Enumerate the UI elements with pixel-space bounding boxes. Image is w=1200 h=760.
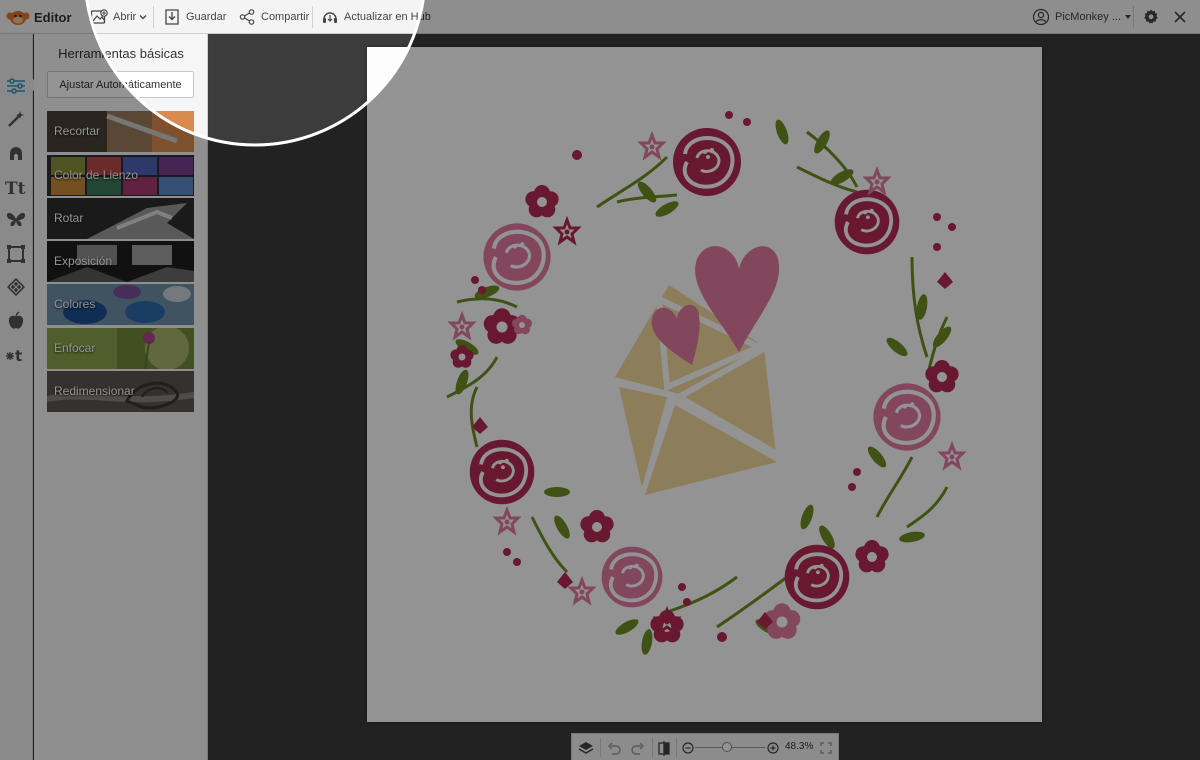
update-hub-label: Actualizar en Hub bbox=[344, 11, 431, 23]
magic-wand-icon bbox=[8, 111, 24, 127]
editor-workspace bbox=[209, 34, 1200, 760]
colors-tool[interactable]: Colores bbox=[47, 284, 194, 325]
open-button-label: Abrir bbox=[113, 11, 137, 23]
toolbar-divider bbox=[652, 738, 653, 757]
frames-icon bbox=[7, 245, 25, 263]
save-button-label: Guardar bbox=[186, 11, 227, 23]
app-name: Editor bbox=[34, 9, 72, 25]
exposure-tool[interactable]: Exposición bbox=[47, 241, 194, 282]
redo-icon bbox=[631, 742, 644, 755]
user-avatar-icon bbox=[1032, 8, 1050, 26]
textures-icon bbox=[7, 278, 25, 296]
fullscreen-icon bbox=[820, 741, 832, 754]
tool-label: Color de Lienzo bbox=[54, 168, 139, 182]
toolbar-divider bbox=[1133, 6, 1134, 28]
touch-up-tab[interactable] bbox=[4, 141, 28, 165]
zoom-out-icon bbox=[682, 741, 694, 754]
toolbar-divider bbox=[312, 6, 313, 28]
compare-icon bbox=[658, 740, 670, 756]
overlays-butterfly-icon bbox=[6, 212, 26, 227]
undo-icon bbox=[608, 742, 621, 755]
share-button[interactable]: Compartir bbox=[238, 0, 309, 34]
svg-text:Tt: Tt bbox=[5, 179, 26, 197]
basic-edits-tab[interactable] bbox=[4, 74, 28, 98]
close-button[interactable] bbox=[1172, 0, 1188, 34]
monkey-logo-icon bbox=[6, 11, 30, 25]
basic-tools-panel: Herramientas básicas Ajustar Automáticam… bbox=[34, 34, 208, 760]
text-icon: Tt bbox=[5, 179, 26, 197]
save-button[interactable]: Guardar bbox=[163, 0, 226, 34]
tool-label: Colores bbox=[54, 297, 96, 311]
themes-tab[interactable] bbox=[4, 309, 28, 333]
fullscreen-button[interactable] bbox=[820, 734, 832, 760]
share-button-label: Compartir bbox=[261, 11, 310, 23]
zoom-level: 48.3% bbox=[785, 741, 814, 752]
sliders-icon bbox=[7, 78, 25, 94]
account-menu-button[interactable]: PicMonkey ... bbox=[1032, 0, 1132, 34]
zoom-slider-handle[interactable] bbox=[721, 742, 732, 752]
download-icon bbox=[165, 9, 179, 25]
canvas-color-tool[interactable]: Color de Lienzo bbox=[47, 155, 194, 196]
textures-tab[interactable] bbox=[4, 275, 28, 299]
toolbar-divider bbox=[600, 738, 601, 757]
seasonal-tab[interactable]: t bbox=[4, 342, 28, 366]
sharpen-tool[interactable]: Enfocar bbox=[47, 328, 194, 369]
frames-tab[interactable] bbox=[4, 242, 28, 266]
effects-tab[interactable] bbox=[4, 107, 28, 131]
tool-label: Redimensionar bbox=[54, 384, 135, 398]
zoom-out-button[interactable] bbox=[682, 734, 694, 760]
panel-title: Herramientas básicas bbox=[58, 46, 184, 61]
close-icon bbox=[1174, 11, 1186, 23]
svg-text:t: t bbox=[15, 347, 22, 364]
crop-tool[interactable]: Recortar bbox=[47, 111, 194, 152]
image-canvas[interactable] bbox=[367, 47, 1042, 722]
compare-button[interactable] bbox=[656, 734, 672, 760]
zoom-in-icon bbox=[767, 741, 779, 754]
touch-up-face-icon bbox=[10, 147, 22, 160]
tool-category-rail: Tt t bbox=[0, 34, 39, 760]
resize-tool[interactable]: Redimensionar bbox=[47, 371, 194, 412]
caret-down-icon bbox=[1125, 15, 1132, 19]
tool-label: Recortar bbox=[54, 124, 101, 138]
app-logo[interactable]: Editor bbox=[6, 0, 72, 34]
redo-button[interactable] bbox=[630, 734, 646, 760]
update-hub-button[interactable]: Actualizar en Hub bbox=[321, 0, 431, 34]
tool-label: Exposición bbox=[54, 254, 113, 268]
layers-icon bbox=[578, 741, 594, 754]
overlays-tab[interactable] bbox=[4, 208, 28, 232]
canvas-bottom-toolbar: 48.3% bbox=[571, 733, 839, 760]
toolbar-divider bbox=[153, 6, 154, 28]
chevron-down-icon bbox=[139, 15, 147, 20]
account-name: PicMonkey ... bbox=[1055, 11, 1122, 23]
top-toolbar: Editor Abrir Guardar Compartir Actualiza… bbox=[0, 0, 1200, 34]
hub-sync-icon bbox=[323, 12, 337, 23]
undo-button[interactable] bbox=[606, 734, 622, 760]
seasonal-icon: t bbox=[6, 347, 22, 364]
tool-label: Rotar bbox=[54, 211, 84, 225]
layers-button[interactable] bbox=[578, 734, 594, 760]
floral-wreath-envelope-artwork bbox=[446, 111, 965, 656]
toolbar-divider bbox=[676, 738, 677, 757]
gear-icon bbox=[1144, 9, 1158, 24]
add-image-icon bbox=[90, 9, 108, 24]
auto-adjust-button[interactable]: Ajustar Automáticamente bbox=[47, 71, 194, 98]
open-button[interactable]: Abrir bbox=[90, 0, 148, 34]
tool-label: Enfocar bbox=[54, 341, 96, 355]
rotate-tool[interactable]: Rotar bbox=[47, 198, 194, 239]
share-icon bbox=[239, 9, 255, 25]
text-tab[interactable]: Tt bbox=[4, 175, 28, 199]
settings-button[interactable] bbox=[1142, 0, 1160, 34]
themes-apple-icon bbox=[8, 311, 24, 329]
zoom-in-button[interactable] bbox=[767, 734, 779, 760]
